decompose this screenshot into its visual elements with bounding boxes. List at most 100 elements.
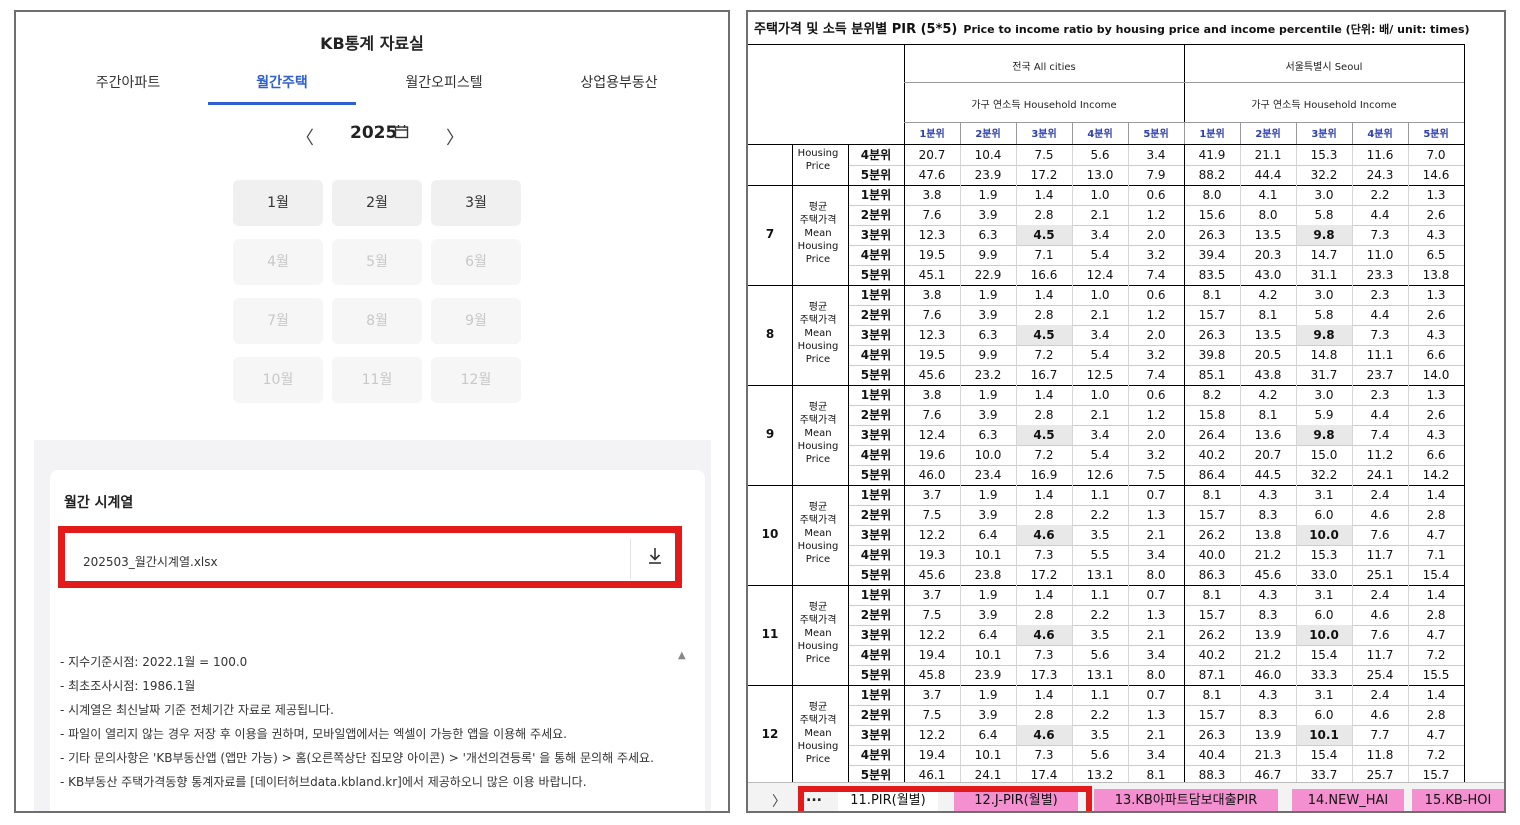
- file-name[interactable]: 202503_월간시계열.xlsx: [83, 553, 218, 570]
- pir-cell: 7.4: [1370, 428, 1390, 442]
- price-quintile-label: 3분위: [860, 728, 892, 742]
- sheet-tab-15[interactable]: 15.KB-HOI: [1412, 789, 1504, 811]
- pir-cell: 4.6: [1016, 625, 1072, 645]
- pir-cell: 19.4: [918, 648, 946, 662]
- pir-cell: 13.5: [1254, 228, 1282, 242]
- pir-cell: 15.4: [1310, 648, 1338, 662]
- price-quintile-label: 4분위: [860, 548, 892, 562]
- pir-cell: 3.9: [978, 308, 998, 322]
- pir-cell: 5.4: [1090, 448, 1110, 462]
- pir-cell: 1.3: [1146, 508, 1166, 522]
- pir-cell: 15.3: [1310, 548, 1338, 562]
- pir-cell: 2.1: [1146, 728, 1166, 742]
- tab-monthly-housing[interactable]: 월간주택: [208, 72, 356, 106]
- pir-cell: 1.9: [978, 288, 998, 302]
- pir-cell: 7.2: [1426, 748, 1446, 762]
- pir-cell: 23.9: [974, 168, 1002, 182]
- pir-cell: 6.3: [978, 228, 998, 242]
- pir-cell: 4.6: [1016, 725, 1072, 745]
- highlight-box: [798, 786, 1092, 811]
- sheet-tab-bar: 〉 ... 11.PIR(월별) 12.J-PIR(월별) 13.KB아파트담보대출…: [748, 782, 1504, 811]
- price-quintile-label: 4분위: [860, 148, 892, 162]
- month-label: 11: [761, 627, 779, 641]
- pir-cell: 7.3: [1370, 228, 1390, 242]
- income-header-seoul: 가구 연소득 Household Income: [1251, 100, 1397, 111]
- pir-cell: 7.6: [922, 208, 942, 222]
- pir-cell: 11.2: [1366, 448, 1394, 462]
- month-button-10: 10월: [233, 357, 323, 403]
- pir-cell: 2.3: [1370, 388, 1390, 402]
- month-label: 8: [765, 327, 775, 341]
- pir-cell: 2.0: [1146, 428, 1166, 442]
- pir-cell: 43.0: [1254, 268, 1282, 282]
- tab-weekly-apartment[interactable]: 주간아파트: [78, 72, 178, 106]
- month-label: 12: [761, 727, 779, 741]
- pir-cell: 4.5: [1016, 425, 1072, 445]
- pir-cell: 4.4: [1370, 308, 1390, 322]
- group-label: 평균 주택가격 Mean Housing Price: [797, 702, 839, 765]
- pir-cell: 1.1: [1090, 488, 1110, 502]
- pir-cell: 5.8: [1314, 308, 1334, 322]
- monthly-timeseries-card: 월간 시계열 202503_월간시계열.xlsx ▲ - 지수기준시점: 202…: [50, 470, 705, 811]
- pir-cell: 1.4: [1426, 688, 1446, 702]
- pir-cell: 8.1: [1202, 688, 1222, 702]
- tab-scroll-icon[interactable]: 〉: [772, 791, 786, 811]
- file-download-row[interactable]: 202503_월간시계열.xlsx: [58, 526, 682, 588]
- pir-cell: 1.2: [1146, 408, 1166, 422]
- pir-cell: 1.4: [1034, 588, 1054, 602]
- prev-year-icon[interactable]: 〈: [296, 124, 314, 150]
- income-quintile-header: 5분위: [1143, 129, 1169, 140]
- pir-cell: 19.6: [918, 448, 946, 462]
- kb-statistics-panel: KB통계 자료실 주간아파트 월간주택 월간오피스텔 상업용부동산 〈 2025…: [14, 10, 730, 813]
- pir-cell: 24.1: [1366, 468, 1394, 482]
- pir-cell: 3.7: [922, 488, 942, 502]
- pir-cell: 7.5: [922, 608, 942, 622]
- tab-commercial-real-estate[interactable]: 상업용부동산: [554, 72, 684, 106]
- pir-cell: 6.4: [978, 728, 998, 742]
- price-quintile-label: 3분위: [860, 228, 892, 242]
- pir-cell: 7.1: [1426, 548, 1446, 562]
- month-label: 10: [761, 527, 779, 541]
- pir-cell: 2.6: [1426, 408, 1446, 422]
- pir-cell: 15.7: [1198, 608, 1226, 622]
- pir-cell: 1.0: [1090, 388, 1110, 402]
- calendar-icon[interactable]: [394, 124, 409, 143]
- column-line: [1128, 122, 1129, 144]
- pir-cell: 47.6: [918, 168, 946, 182]
- price-quintile-label: 1분위: [860, 488, 892, 502]
- pir-cell: 4.4: [1370, 408, 1390, 422]
- price-quintile-label: 2분위: [860, 408, 892, 422]
- pir-cell: 4.6: [1016, 525, 1072, 545]
- pir-cell: 4.3: [1258, 688, 1278, 702]
- pir-cell: 23.2: [974, 368, 1002, 382]
- column-line: [1072, 122, 1073, 144]
- pir-cell: 6.5: [1426, 248, 1446, 262]
- pir-cell: 2.1: [1090, 208, 1110, 222]
- pir-cell: 3.0: [1314, 288, 1334, 302]
- pir-cell: 1.9: [978, 588, 998, 602]
- next-year-icon[interactable]: 〉: [446, 124, 464, 150]
- pir-cell: 3.2: [1146, 348, 1166, 362]
- pir-cell: 8.0: [1258, 208, 1278, 222]
- pir-cell: 31.1: [1310, 268, 1338, 282]
- month-button-1[interactable]: 1월: [233, 180, 323, 226]
- column-line: [1408, 122, 1409, 144]
- price-quintile-label: 1분위: [860, 188, 892, 202]
- sheet-tab-14[interactable]: 14.NEW_HAI: [1292, 789, 1404, 811]
- month-button-6: 6월: [431, 239, 521, 285]
- pir-cell: 15.6: [1198, 208, 1226, 222]
- pir-cell: 45.8: [918, 668, 946, 682]
- pir-cell: 10.4: [974, 148, 1002, 162]
- pir-cell: 7.1: [1034, 248, 1054, 262]
- pir-cell: 1.3: [1426, 188, 1446, 202]
- month-button-3[interactable]: 3월: [431, 180, 521, 226]
- pir-cell: 17.2: [1030, 568, 1058, 582]
- tab-monthly-officetel[interactable]: 월간오피스텔: [384, 72, 504, 106]
- table-border: [1464, 44, 1465, 148]
- pir-cell: 13.6: [1254, 428, 1282, 442]
- price-quintile-label: 3분위: [860, 528, 892, 542]
- month-button-2[interactable]: 2월: [332, 180, 422, 226]
- sheet-tab-13[interactable]: 13.KB아파트담보대출PIR: [1094, 789, 1278, 811]
- download-icon[interactable]: [647, 547, 663, 570]
- pir-cell: 14.8: [1310, 348, 1338, 362]
